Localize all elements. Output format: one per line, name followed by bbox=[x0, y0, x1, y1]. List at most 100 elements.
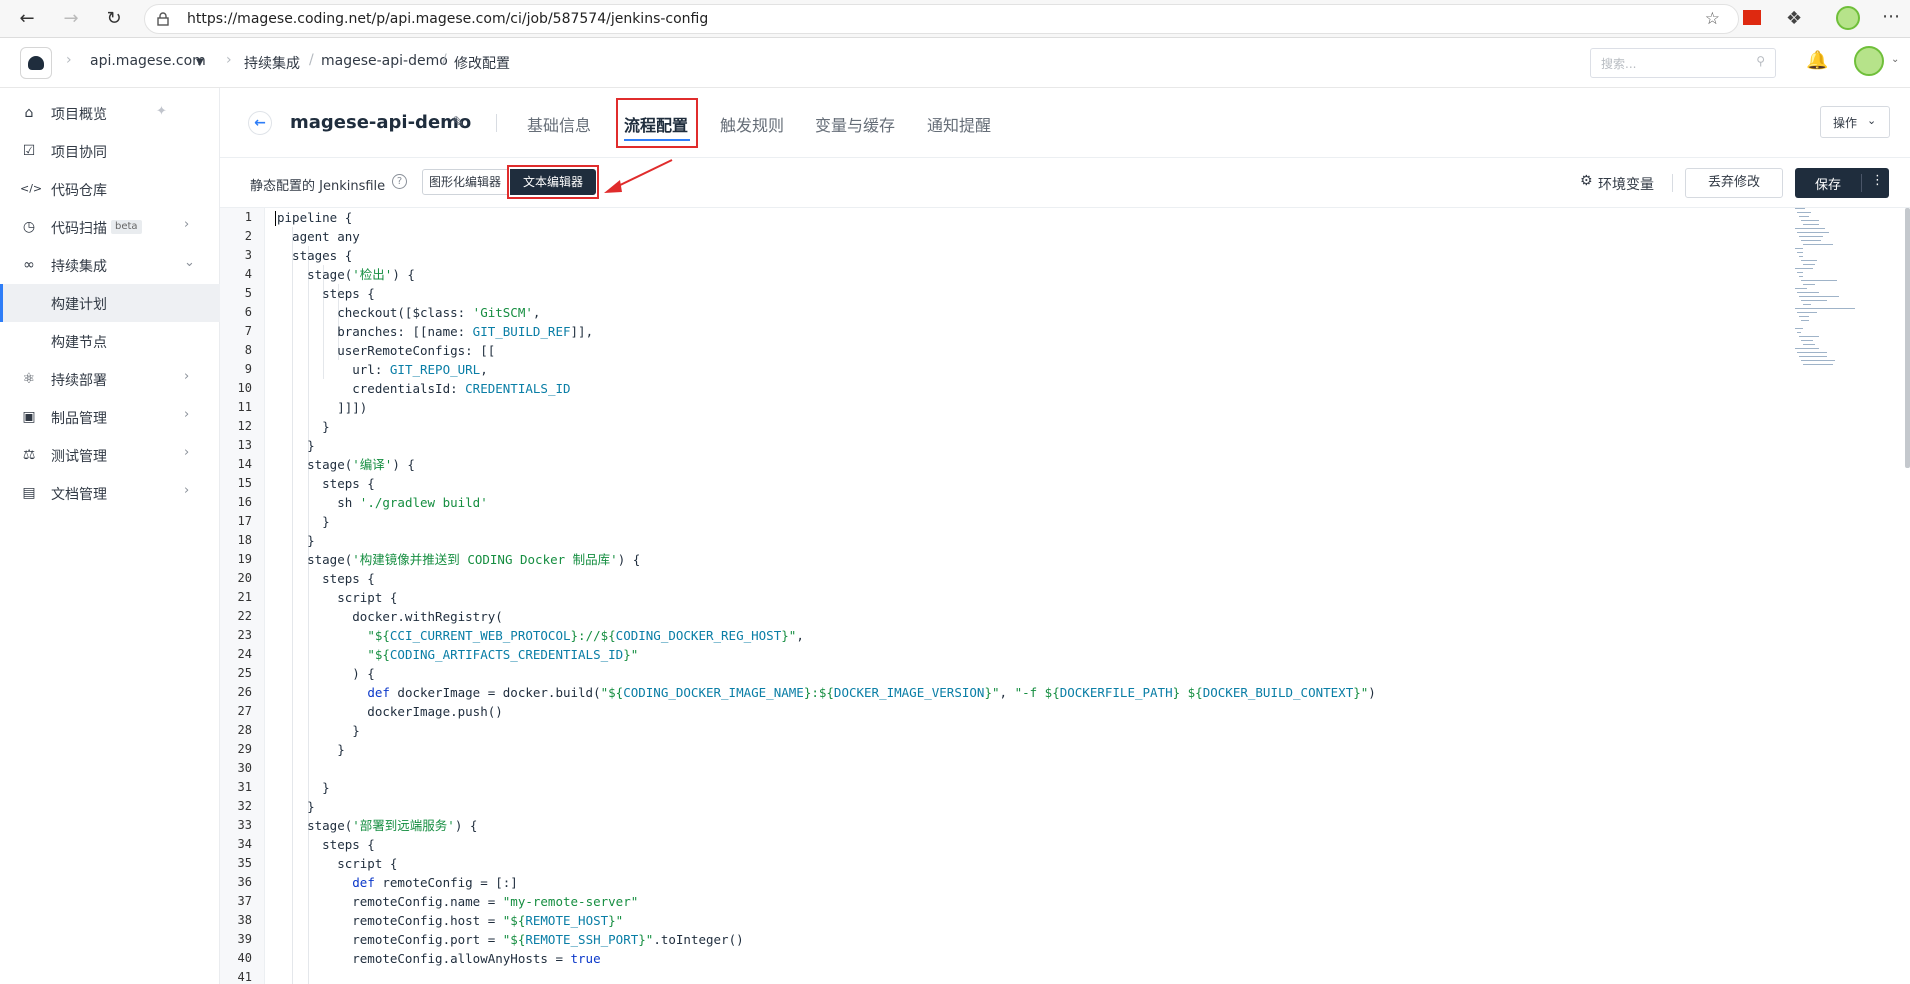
sidebar-item-cd[interactable]: ⚛ 持续部署 › bbox=[0, 360, 220, 398]
team-caret-icon[interactable]: ▼ bbox=[196, 57, 204, 68]
minimap-line bbox=[1797, 252, 1803, 253]
minimap-line bbox=[1801, 260, 1817, 261]
line-number: 3 bbox=[244, 248, 252, 262]
sidebar-item-collaboration[interactable]: ☑ 项目协同 bbox=[0, 132, 220, 170]
line-number: 18 bbox=[237, 533, 252, 547]
code-line: remoteConfig.name = "my-remote-server" bbox=[277, 894, 639, 909]
tab-basic-info[interactable]: 基础信息 bbox=[527, 112, 591, 136]
line-number: 27 bbox=[237, 704, 252, 718]
operations-button[interactable]: 操作 ⌄ bbox=[1820, 106, 1890, 138]
sliders-icon: ⚙ bbox=[1580, 173, 1593, 189]
tab-notifications[interactable]: 通知提醒 bbox=[927, 112, 991, 136]
sidebar-item-overview[interactable]: ⌂ 项目概览 ✦ bbox=[0, 94, 220, 132]
env-variables-button[interactable]: 环境变量 bbox=[1598, 174, 1654, 194]
help-icon[interactable]: ? bbox=[392, 174, 407, 189]
code-line: branches: [[name: GIT_BUILD_REF]], bbox=[277, 324, 594, 339]
minimap-line bbox=[1799, 256, 1803, 257]
search-icon: ⚲ bbox=[1756, 54, 1765, 68]
save-button[interactable]: 保存 ⋮ bbox=[1795, 168, 1889, 198]
line-number: 5 bbox=[244, 286, 252, 300]
sidebar-item-build-nodes[interactable]: 构建节点 bbox=[0, 322, 220, 360]
code-line: credentialsId: CREDENTIALS_ID bbox=[277, 381, 571, 396]
sidebar-item-docs[interactable]: ▤ 文档管理 › bbox=[0, 474, 220, 512]
divider bbox=[1672, 174, 1673, 192]
code-line: userRemoteConfigs: [[ bbox=[277, 343, 496, 358]
minimap-line bbox=[1797, 332, 1801, 333]
minimap-line bbox=[1801, 360, 1835, 361]
sidebar-item-ci[interactable]: ∞ 持续集成 ⌄ bbox=[0, 246, 220, 284]
breadcrumb-project[interactable]: magese-api-demo bbox=[321, 53, 448, 69]
minimap-line bbox=[1803, 224, 1819, 225]
coding-logo[interactable] bbox=[20, 47, 52, 79]
sidebar-item-code-scan[interactable]: ◷ 代码扫描 beta › bbox=[0, 208, 220, 246]
minimap-line bbox=[1803, 284, 1815, 285]
tab-triggers[interactable]: 触发规则 bbox=[720, 112, 784, 136]
sidebar-item-label: 文档管理 bbox=[51, 487, 107, 503]
highlight-box bbox=[507, 165, 599, 199]
editor-scrollbar[interactable] bbox=[1905, 208, 1910, 468]
active-tab-underline bbox=[624, 139, 690, 141]
bookmark-star-icon[interactable]: ☆ bbox=[1705, 9, 1720, 29]
line-number: 22 bbox=[237, 609, 252, 623]
annotation-arrow-icon bbox=[604, 159, 673, 193]
pin-icon[interactable]: ✦ bbox=[156, 104, 167, 119]
minimap-line bbox=[1795, 308, 1855, 309]
line-number: 32 bbox=[237, 799, 252, 813]
minimap-line bbox=[1803, 344, 1815, 345]
minimap-line bbox=[1799, 296, 1839, 297]
sidebar-item-build-plans[interactable]: 构建计划 bbox=[0, 284, 220, 322]
breadcrumb-ci[interactable]: 持续集成 bbox=[244, 53, 300, 73]
back-arrow-icon[interactable]: ← bbox=[248, 111, 272, 135]
forward-arrow-icon[interactable]: → bbox=[60, 8, 82, 30]
address-bar[interactable]: https://magese.coding.net/p/api.magese.c… bbox=[144, 4, 1739, 34]
sidebar-item-testing[interactable]: ⚖ 测试管理 › bbox=[0, 436, 220, 474]
minimap-line bbox=[1795, 208, 1805, 209]
edit-icon[interactable]: ✎ bbox=[452, 113, 465, 131]
logo-mark bbox=[28, 56, 44, 70]
line-number: 12 bbox=[237, 419, 252, 433]
code-area[interactable]: pipeline { agent any stages { stage('检出'… bbox=[220, 208, 1910, 984]
user-menu-caret-icon[interactable]: ⌄ bbox=[1891, 54, 1899, 65]
code-line: ]]]) bbox=[277, 400, 368, 415]
minimap-line bbox=[1799, 276, 1803, 277]
text-cursor bbox=[275, 211, 276, 226]
line-number: 16 bbox=[237, 495, 252, 509]
sidebar-item-artifacts[interactable]: ▣ 制品管理 › bbox=[0, 398, 220, 436]
tab-pipeline-config[interactable]: 流程配置 bbox=[624, 112, 688, 136]
search-input[interactable]: 搜索... ⚲ bbox=[1590, 48, 1776, 78]
minimap-line bbox=[1801, 240, 1821, 241]
bell-icon[interactable]: 🔔 bbox=[1806, 50, 1828, 71]
chevron-right-icon: › bbox=[184, 483, 190, 498]
user-avatar[interactable] bbox=[1854, 46, 1884, 76]
extensions-icon[interactable]: ❖ bbox=[1786, 8, 1802, 29]
more-options-icon[interactable]: ⋮ bbox=[1871, 173, 1884, 188]
tab-variables-cache[interactable]: 变量与缓存 bbox=[815, 112, 895, 136]
minimap-line bbox=[1795, 248, 1803, 249]
more-menu-icon[interactable]: ⋯ bbox=[1882, 6, 1900, 27]
back-arrow-icon[interactable]: ← bbox=[16, 8, 38, 30]
code-line: } bbox=[277, 533, 315, 548]
reload-icon[interactable]: ↻ bbox=[103, 8, 125, 30]
code-line: checkout([$class: 'GitSCM', bbox=[277, 305, 541, 320]
team-switcher[interactable]: api.magese.com bbox=[90, 53, 206, 69]
minimap-line bbox=[1795, 228, 1825, 229]
discard-changes-button[interactable]: 丢弃修改 bbox=[1685, 168, 1783, 198]
project-title: magese-api-demo bbox=[290, 112, 472, 133]
sidebar-item-repository[interactable]: </> 代码仓库 bbox=[0, 170, 220, 208]
code-editor[interactable]: pipeline { agent any stages { stage('检出'… bbox=[220, 208, 1910, 984]
browser-profile-avatar[interactable] bbox=[1836, 6, 1860, 30]
code-line: stages { bbox=[277, 248, 353, 263]
project-header: ← magese-api-demo ✎ 基础信息 流程配置 触发规则 变量与缓存… bbox=[220, 88, 1910, 158]
minimap-line bbox=[1801, 280, 1837, 281]
sidebar-item-label: 构建节点 bbox=[51, 335, 107, 351]
scan-icon: ◷ bbox=[22, 219, 36, 235]
flag-icon[interactable] bbox=[1743, 10, 1761, 25]
code-line: steps { bbox=[277, 571, 375, 586]
code-minimap[interactable] bbox=[1795, 208, 1895, 408]
chevron-right-icon: › bbox=[184, 407, 190, 422]
line-number: 17 bbox=[237, 514, 252, 528]
code-line: agent any bbox=[277, 229, 360, 244]
code-line: script { bbox=[277, 856, 398, 871]
minimap-line bbox=[1803, 264, 1815, 265]
graphic-editor-button[interactable]: 图形化编辑器 bbox=[422, 169, 508, 195]
